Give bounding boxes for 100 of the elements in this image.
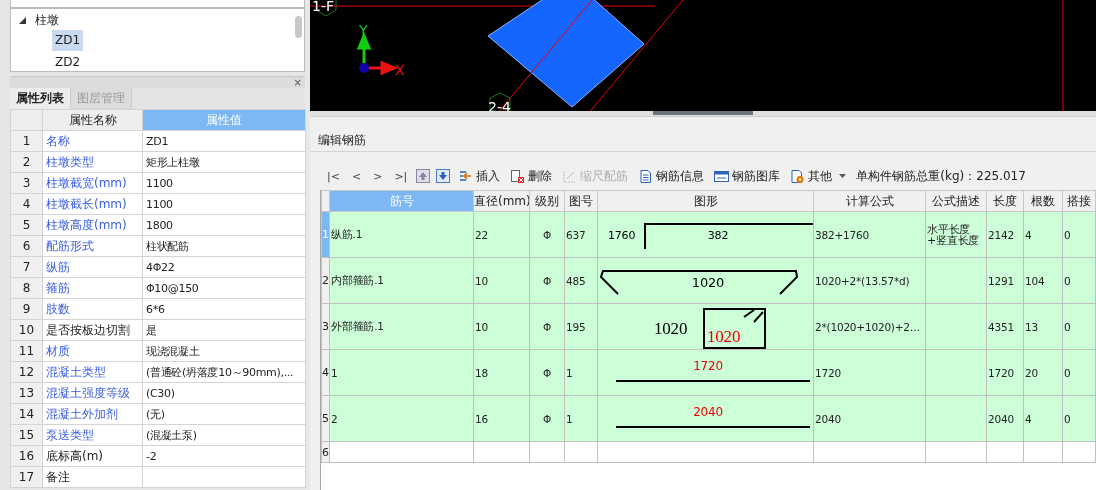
column-header[interactable]: 搭接 [1062,190,1096,212]
column-header[interactable]: 根数 [1023,190,1063,212]
table-cell: 0 [1062,349,1096,396]
splitter-handle[interactable] [653,111,753,116]
row-number: 13 [10,382,43,404]
property-name: 纵筋 [42,256,143,278]
row-number: 7 [10,256,43,278]
property-name: 箍筋 [42,277,143,299]
row-number: 8 [10,277,43,299]
table-cell: 外部箍筋.1 [329,303,474,350]
toolbar-button[interactable]: 钢筋信息 [636,167,707,185]
property-value[interactable]: 1800 [142,214,306,236]
column-header[interactable]: 公式描述 [925,190,987,212]
scrollbar-thumb[interactable] [295,16,302,38]
table-cell: 1020+2*(13.57*d) [813,257,926,304]
property-value[interactable]: ZD1 [142,130,306,152]
window-icon [714,168,730,184]
table-cell: 2142 [986,211,1024,258]
property-value[interactable]: 6*6 [142,298,306,320]
nav-button[interactable]: |< [324,169,343,183]
table-cell: 1 [564,395,598,442]
row-number: 4 [10,193,43,215]
search-field[interactable] [10,0,305,8]
property-value[interactable]: 矩形上柱墩 [142,151,306,173]
table-cell: Φ [529,257,565,304]
panel-tab[interactable]: 属性列表 [10,88,71,109]
property-value[interactable]: (无) [142,403,306,425]
nav-button[interactable]: < [348,169,365,183]
row-number: 9 [10,298,43,320]
property-name: 是否按板边切割 [42,319,143,341]
property-name: 材质 [42,340,143,362]
scale-icon [562,168,578,184]
table-cell: 2 [329,395,474,442]
tree-item[interactable]: ZD1 [52,30,84,51]
row-number: 15 [10,424,43,446]
property-value[interactable]: -2 [142,445,306,467]
property-name: 柱墩截长(mm) [42,193,143,215]
column-header[interactable]: 长度 [986,190,1024,212]
row-number[interactable]: 5 [321,395,330,442]
table-cell: 16 [473,395,530,442]
delete-icon [510,168,526,184]
nav-button[interactable]: > [370,169,386,183]
table-cell: 2040 [813,395,926,442]
property-name: 名称 [42,130,143,152]
expand-triangle-icon[interactable] [19,16,26,24]
property-value[interactable]: (普通砼(坍落度10～90mm),... [142,361,306,383]
property-name: 柱墩截宽(mm) [42,172,143,194]
property-value[interactable]: 现浇混凝土 [142,340,306,362]
tree-item[interactable]: ZD2 [52,52,84,73]
tree-item[interactable]: 柱墩 [32,10,62,30]
move-up-icon[interactable] [416,169,431,183]
row-number: 6 [321,441,330,463]
table-cell: 1 [564,349,598,396]
toolbar-button[interactable]: 插入 [456,167,503,185]
row-number[interactable]: 3 [321,303,330,350]
rebar-shape-drawing: 1720 [598,350,813,395]
property-value[interactable]: 1100 [142,193,306,215]
property-name: 柱墩类型 [42,151,143,173]
caret-icon [839,174,847,178]
axis-label: Y [359,22,368,38]
toolbar-button[interactable]: 钢筋图库 [712,167,783,185]
table-cell: 0 [1062,303,1096,350]
table-cell: 4 [1023,211,1063,258]
property-value[interactable]: 4Φ22 [142,256,306,278]
table-cell: 20 [1023,349,1063,396]
panel-title: 编辑钢筋 [310,129,1096,152]
property-name: 备注 [42,466,143,488]
table-cell: 10 [473,257,530,304]
property-name: 底标高(m) [42,445,143,467]
column-header[interactable]: 图形 [597,190,814,212]
toolbar-button[interactable]: 其他 [788,167,849,185]
table-cell [925,257,987,304]
row-number: 12 [10,361,43,383]
rebar-shape-drawing: 1760 382 [598,212,813,257]
property-value[interactable]: 柱状配筋 [142,235,306,257]
row-number[interactable]: 4 [321,349,330,396]
row-number[interactable]: 2 [321,257,330,304]
table-cell: 637 [564,211,598,258]
table-cell: 0 [1062,395,1096,442]
row-number: 10 [10,319,43,341]
close-button[interactable]: × [293,77,302,88]
table-cell: 1291 [986,257,1024,304]
property-value[interactable]: (C30) [142,382,306,404]
toolbar-button[interactable]: 删除 [508,167,555,185]
table-cell: 1 [329,349,474,396]
property-value[interactable]: 1100 [142,172,306,194]
move-down-icon[interactable] [436,169,451,183]
rebar-shape-drawing: 1020 [598,258,813,303]
property-name: 混凝土强度等级 [42,382,143,404]
property-value[interactable]: Φ10@150 [142,277,306,299]
property-value[interactable]: (混凝土泵) [142,424,306,446]
column-header[interactable]: 级别 [529,190,565,212]
column-header[interactable]: 计算公式 [813,190,926,212]
nav-button[interactable]: >| [391,169,411,183]
cad-canvas[interactable]: 1-F 2-4 Y X [310,0,1096,112]
column-header[interactable]: 图号 [564,190,598,212]
column-header[interactable]: 属性名称 [42,109,143,131]
property-value[interactable]: 是 [142,319,306,341]
table-cell: 2040 [986,395,1024,442]
property-name: 配筋形式 [42,235,143,257]
